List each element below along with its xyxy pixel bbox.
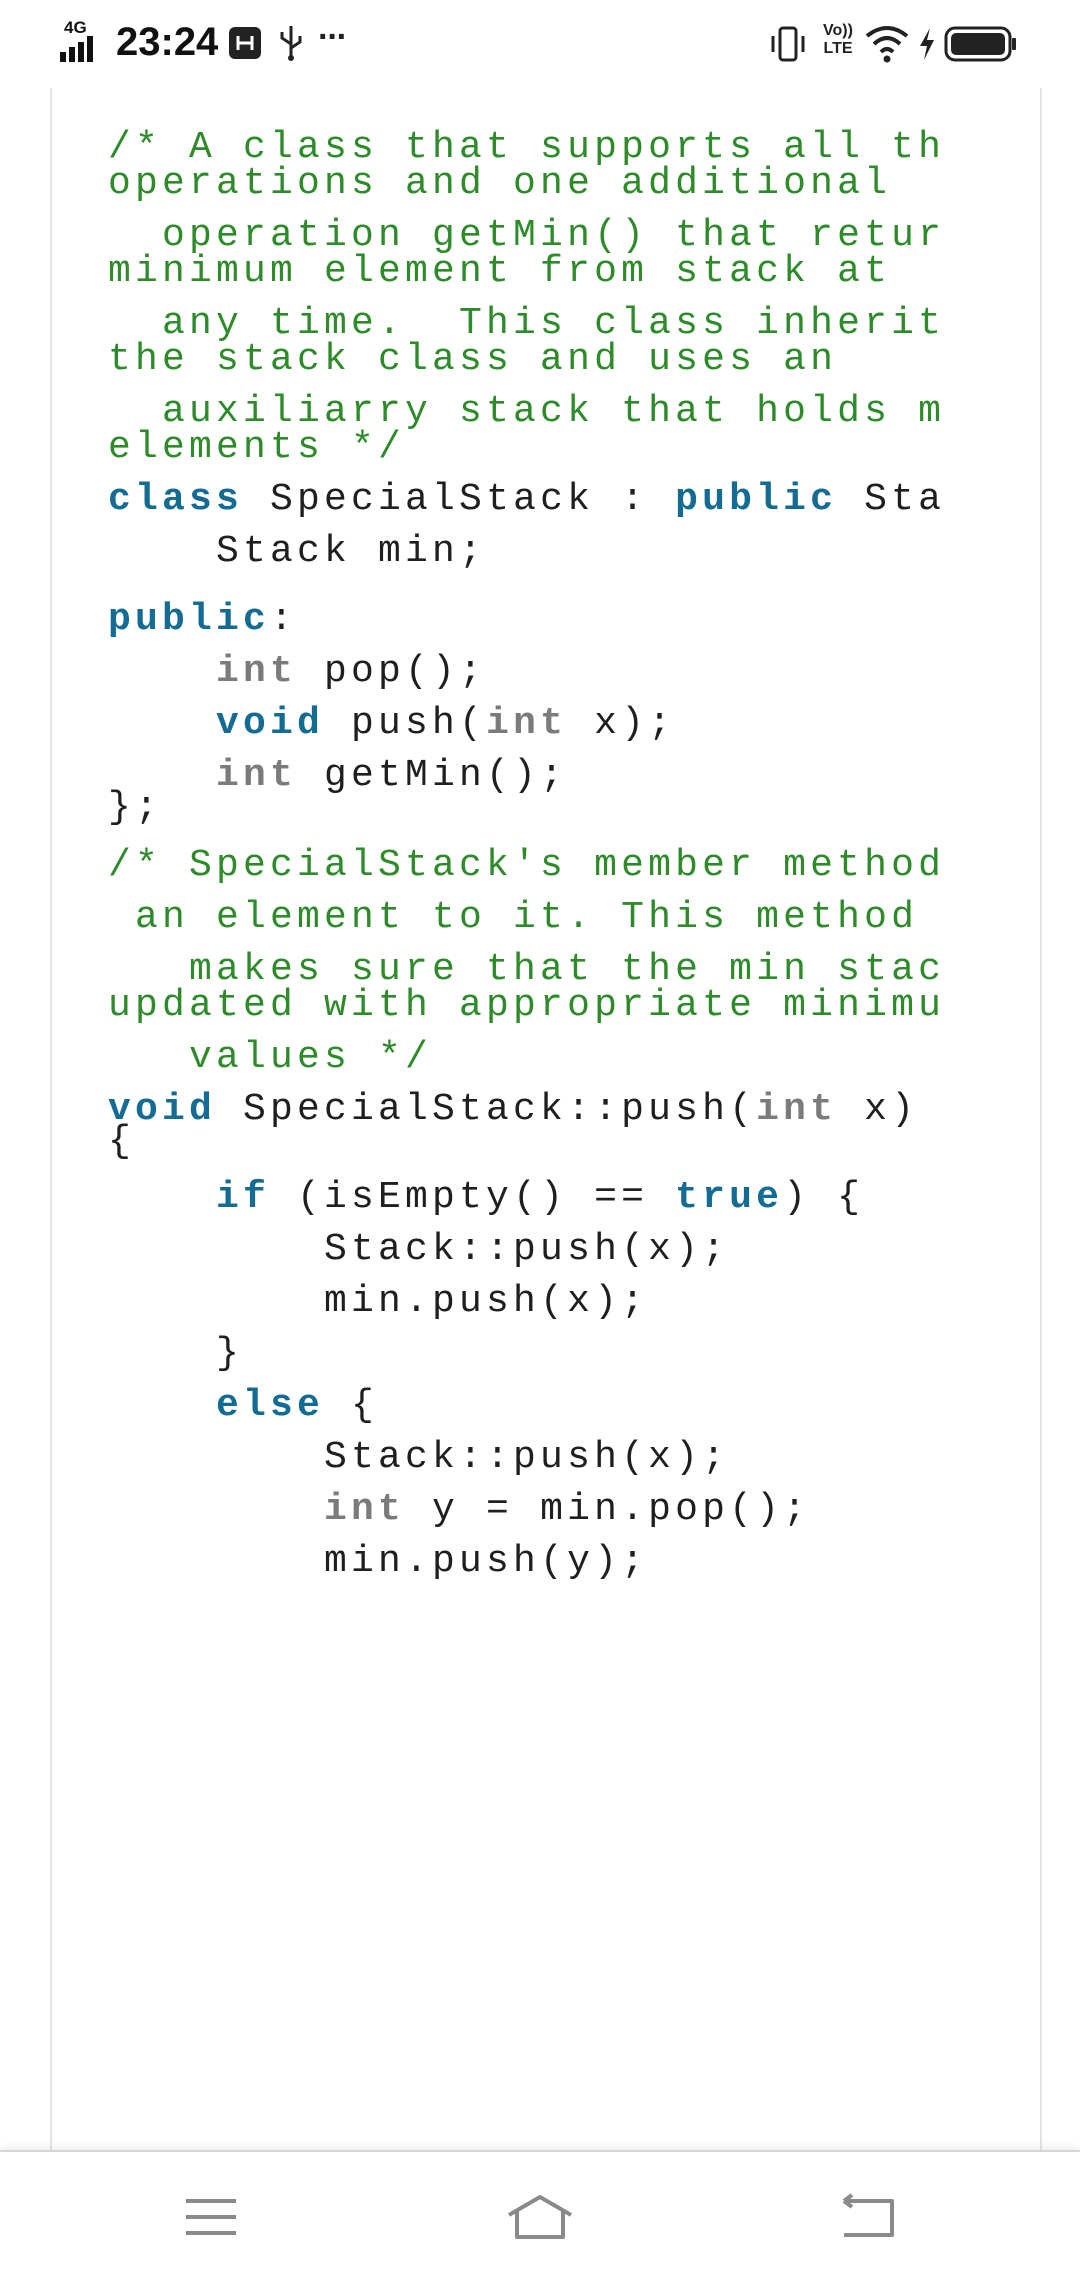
code-line: min.push(x); [108, 1278, 1058, 1326]
code-token: min.push(y); [108, 1540, 649, 1583]
code-token: int [486, 702, 568, 745]
code-token: int [324, 1488, 406, 1531]
code-line: class SpecialStack : public Sta [108, 476, 1058, 524]
code-line: an element to it. This method [108, 894, 1058, 942]
code-token: if [216, 1176, 271, 1219]
code-line: /* SpecialStack's member method [108, 842, 1058, 890]
charging-icon [920, 28, 934, 60]
code-line: int y = min.pop(); [108, 1486, 1058, 1534]
code-token: else [216, 1384, 325, 1427]
code-token: (isEmpty() == [270, 1176, 676, 1219]
code-token: Stack::push(x); [108, 1436, 730, 1479]
code-line: the stack class and uses an [108, 336, 1058, 384]
network-type-label: 4G [64, 18, 87, 37]
signal-icon [60, 36, 93, 62]
code-token: elements */ [108, 426, 406, 469]
usb-icon [280, 26, 302, 61]
code-line: public: [108, 596, 1058, 644]
code-token: public [675, 478, 838, 521]
code-line: elements */ [108, 424, 1058, 472]
code-token: Stack min; [108, 530, 487, 573]
code-token: { [108, 1120, 136, 1163]
code-token: /* SpecialStack's member method [108, 844, 946, 887]
code-line: { [108, 1118, 1058, 1166]
code-token: push( [324, 702, 487, 745]
more-indicator: ··· [318, 18, 348, 56]
code-token: values */ [108, 1036, 433, 1079]
code-token: min.push(x); [108, 1280, 649, 1323]
code-token: y = min.pop(); [405, 1488, 811, 1531]
home-icon[interactable] [505, 2187, 575, 2247]
status-bar: 4G 23:24 ··· Vo)) LTE [0, 0, 1080, 88]
back-icon[interactable] [834, 2187, 904, 2247]
wifi-icon [865, 26, 909, 63]
code-line: Stack min; [108, 528, 1058, 576]
navigation-bar [0, 2150, 1080, 2282]
vibrate-icon [771, 26, 805, 62]
code-token: x); [567, 702, 676, 745]
code-line: Stack::push(x); [108, 1434, 1058, 1482]
code-token: { [324, 1384, 379, 1427]
code-token: SpecialStack : [243, 478, 676, 521]
code-line: operations and one additional [108, 160, 1058, 208]
code-token: an element to it. This method [108, 896, 919, 939]
menu-icon[interactable] [176, 2187, 246, 2247]
code-line: void push(int x); [108, 700, 1058, 748]
code-line: min.push(y); [108, 1538, 1058, 1586]
code-token: minimum element from stack at [108, 250, 892, 293]
code-token: int [216, 650, 298, 693]
code-token: } [108, 1332, 244, 1375]
battery-icon [944, 26, 1016, 62]
code-line: updated with appropriate minimu [108, 982, 1058, 1030]
code-line: minimum element from stack at [108, 248, 1058, 296]
code-token: pop(); [297, 650, 487, 693]
usb-debug-icon [229, 27, 261, 59]
code-token: Sta [837, 478, 946, 521]
code-token: updated with appropriate minimu [108, 984, 946, 1027]
code-line: values */ [108, 1034, 1058, 1082]
code-token: the stack class and uses an [108, 338, 838, 381]
code-line: }; [108, 784, 1058, 832]
signal-indicator: 4G [58, 18, 108, 62]
clock: 23:24 [116, 20, 219, 64]
code-token: void [216, 702, 325, 745]
code-token: public [108, 598, 271, 641]
page-content-frame: /* A class that supports all th operation… [50, 88, 1042, 2150]
code-token: true [675, 1176, 784, 1219]
code-line: Stack::push(x); [108, 1226, 1058, 1274]
code-token: Stack::push(x); [108, 1228, 730, 1271]
code-token: : [270, 598, 298, 641]
code-token: }; [108, 786, 163, 829]
volte-icon: Vo)) LTE [823, 22, 853, 57]
code-line: } [108, 1330, 1058, 1378]
code-line: else { [108, 1382, 1058, 1430]
code-line: if (isEmpty() == true) { [108, 1174, 1058, 1222]
code-token: operations and one additional [108, 162, 892, 205]
code-line: int pop(); [108, 648, 1058, 696]
code-token: ) { [783, 1176, 865, 1219]
code-token: class [108, 478, 244, 521]
